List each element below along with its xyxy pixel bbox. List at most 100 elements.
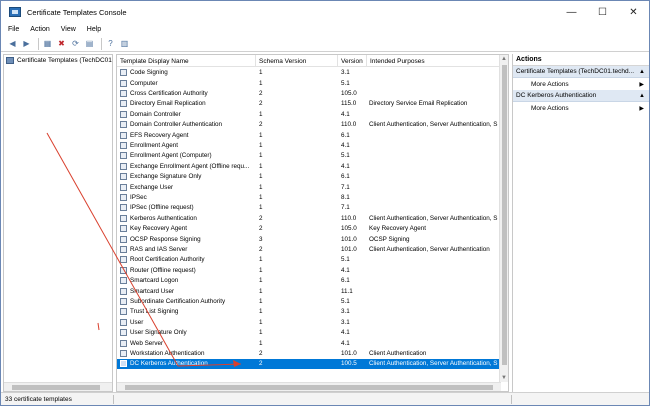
- cell-schema-version: 2: [259, 359, 338, 369]
- forward-arrow-icon[interactable]: ▶: [21, 38, 32, 49]
- table-row[interactable]: Workstation Authentication 2 101.0 Client A…: [117, 348, 500, 358]
- menu-file[interactable]: File: [8, 26, 19, 33]
- minimize-button[interactable]: —: [556, 1, 587, 23]
- scroll-down-icon[interactable]: ▼: [501, 375, 507, 381]
- column-header-version[interactable]: Version: [338, 55, 367, 67]
- cell-template-name-text: User Signature Only: [130, 329, 187, 337]
- cell-intended-purposes: Key Recovery Agent: [369, 224, 500, 234]
- list-hscroll-thumb[interactable]: [125, 385, 493, 390]
- table-row[interactable]: Exchange Signature Only 1 6.1: [117, 172, 500, 182]
- cell-version: 4.1: [341, 328, 367, 338]
- table-row[interactable]: Domain Controller 1 4.1: [117, 109, 500, 119]
- table-row[interactable]: Root Certification Authority 1 5.1: [117, 255, 500, 265]
- column-header-schema-version[interactable]: Schema Version: [256, 55, 338, 67]
- cell-template-name-text: Cross Certification Authority: [130, 89, 208, 97]
- table-row[interactable]: IPSec 1 8.1: [117, 192, 500, 202]
- table-row[interactable]: Directory Email Replication 2 115.0 Directo…: [117, 99, 500, 109]
- cell-template-name-text: Exchange Signature Only: [130, 173, 202, 181]
- cell-template-name-text: IPSec: [130, 193, 147, 201]
- table-row[interactable]: Kerberos Authentication 2 110.0 Client Auth…: [117, 213, 500, 223]
- cell-version-text: 7.1: [341, 183, 350, 191]
- menu-action[interactable]: Action: [30, 26, 49, 33]
- table-row[interactable]: Domain Controller Authentication 2 110.0 Cl…: [117, 120, 500, 130]
- window-title: Certificate Templates Console: [27, 7, 127, 17]
- refresh-icon[interactable]: ⟳: [70, 38, 81, 49]
- column-header-intended-purposes[interactable]: Intended Purposes: [367, 55, 500, 67]
- cell-template-name: Enrollment Agent (Computer): [120, 151, 256, 161]
- action-more-actions[interactable]: More Actions ▶: [513, 78, 649, 90]
- table-row[interactable]: Web Server 1 4.1: [117, 338, 500, 348]
- cell-intended-purposes: [369, 265, 500, 275]
- table-row[interactable]: Code Signing 1 3.1: [117, 68, 500, 78]
- table-row[interactable]: Enrollment Agent 1 4.1: [117, 140, 500, 150]
- show-hide-console-tree-icon[interactable]: ▦: [42, 38, 53, 49]
- cell-version: 6.1: [341, 130, 367, 140]
- actions-section-certificate-templates[interactable]: Certificate Templates (TechDC01.techd...…: [513, 66, 649, 78]
- table-row[interactable]: Router (Offline request) 1 4.1: [117, 265, 500, 275]
- cell-template-name-text: Enrollment Agent (Computer): [130, 152, 212, 160]
- cell-template-name: Exchange Enrollment Agent (Offline requ.…: [120, 161, 256, 171]
- table-row[interactable]: Cross Certification Authority 2 105.0: [117, 88, 500, 98]
- menu-view[interactable]: View: [61, 26, 76, 33]
- close-button[interactable]: ✕: [618, 1, 649, 23]
- table-row[interactable]: User 1 3.1: [117, 317, 500, 327]
- maximize-button[interactable]: ☐: [587, 1, 618, 23]
- table-row[interactable]: Computer 1 5.1: [117, 78, 500, 88]
- cell-version: 3.1: [341, 317, 367, 327]
- cell-schema-version-text: 3: [259, 235, 263, 243]
- cell-schema-version-text: 1: [259, 193, 263, 201]
- table-row[interactable]: RAS and IAS Server 2 101.0 Client Authentic…: [117, 244, 500, 254]
- actions-section-selected-template[interactable]: DC Kerberos Authentication ▲: [513, 90, 649, 102]
- cell-version: 100.5: [341, 359, 367, 369]
- column-header-template-name[interactable]: Template Display Name: [117, 55, 256, 67]
- table-row[interactable]: IPSec (Offline request) 1 7.1: [117, 203, 500, 213]
- list-scroll-thumb[interactable]: [502, 65, 507, 365]
- cell-template-name: User: [120, 317, 256, 327]
- help-icon[interactable]: ?: [105, 38, 116, 49]
- cell-template-name-text: Directory Email Replication: [130, 100, 206, 108]
- table-row[interactable]: Key Recovery Agent 2 105.0 Key Recovery Age…: [117, 224, 500, 234]
- list-horizontal-scrollbar[interactable]: [117, 382, 501, 391]
- table-row[interactable]: DC Kerberos Authentication 2 100.5 Client A…: [117, 358, 500, 370]
- cell-intended-purposes: OCSP Signing: [369, 234, 500, 244]
- collapse-arrow-icon[interactable]: ▲: [639, 69, 645, 75]
- scroll-up-icon[interactable]: ▲: [501, 56, 507, 62]
- cell-intended-purposes: Client Authentication, Server Authentica…: [369, 120, 500, 130]
- title-bar[interactable]: Certificate Templates Console — ☐ ✕: [1, 1, 649, 23]
- table-row[interactable]: Subordinate Certification Authority 1 5.1: [117, 296, 500, 306]
- table-row[interactable]: Trust List Signing 1 3.1: [117, 307, 500, 317]
- template-icon: [120, 79, 127, 87]
- cell-template-name-text: Kerberos Authentication: [130, 214, 197, 222]
- tree-item-certificate-templates[interactable]: Certificate Templates (TechDC01: [6, 55, 112, 66]
- export-list-icon[interactable]: ▤: [84, 38, 95, 49]
- table-row[interactable]: Smartcard Logon 1 6.1: [117, 276, 500, 286]
- table-row[interactable]: Smartcard User 1 11.1: [117, 286, 500, 296]
- tree-horizontal-scrollbar[interactable]: [4, 382, 112, 391]
- cell-schema-version-text: 1: [259, 256, 263, 264]
- template-icon: [120, 193, 127, 201]
- back-arrow-icon[interactable]: ◀: [7, 38, 18, 49]
- table-row[interactable]: Exchange User 1 7.1: [117, 182, 500, 192]
- tree-scroll-thumb[interactable]: [12, 385, 100, 390]
- cell-intended-purposes-text: Client Authentication, Server Authentica…: [369, 121, 498, 129]
- menu-help[interactable]: Help: [87, 26, 101, 33]
- table-row[interactable]: Exchange Enrollment Agent (Offline requ.…: [117, 161, 500, 171]
- toolbar: ◀ ▶ ▦ ✖ ⟳ ▤ ? ▥: [1, 36, 649, 52]
- action-more-actions[interactable]: More Actions ▶: [513, 102, 649, 114]
- cell-template-name-text: EFS Recovery Agent: [130, 131, 189, 139]
- collapse-arrow-icon[interactable]: ▲: [639, 93, 645, 99]
- table-row[interactable]: Enrollment Agent (Computer) 1 5.1: [117, 151, 500, 161]
- table-row[interactable]: User Signature Only 1 4.1: [117, 328, 500, 338]
- table-row[interactable]: EFS Recovery Agent 1 6.1: [117, 130, 500, 140]
- cell-version-text: 101.0: [341, 349, 357, 357]
- cell-template-name: IPSec: [120, 192, 256, 202]
- cell-schema-version: 1: [259, 172, 338, 182]
- template-icon: [120, 69, 127, 77]
- show-hide-action-pane-icon[interactable]: ▥: [119, 38, 130, 49]
- cell-schema-version: 2: [259, 348, 338, 358]
- delete-icon[interactable]: ✖: [56, 38, 67, 49]
- cell-template-name: EFS Recovery Agent: [120, 130, 256, 140]
- list-vertical-scrollbar[interactable]: ▲ ▼: [499, 55, 508, 382]
- table-row[interactable]: OCSP Response Signing 3 101.0 OCSP Signing: [117, 234, 500, 244]
- cell-template-name-text: Exchange User: [130, 183, 174, 191]
